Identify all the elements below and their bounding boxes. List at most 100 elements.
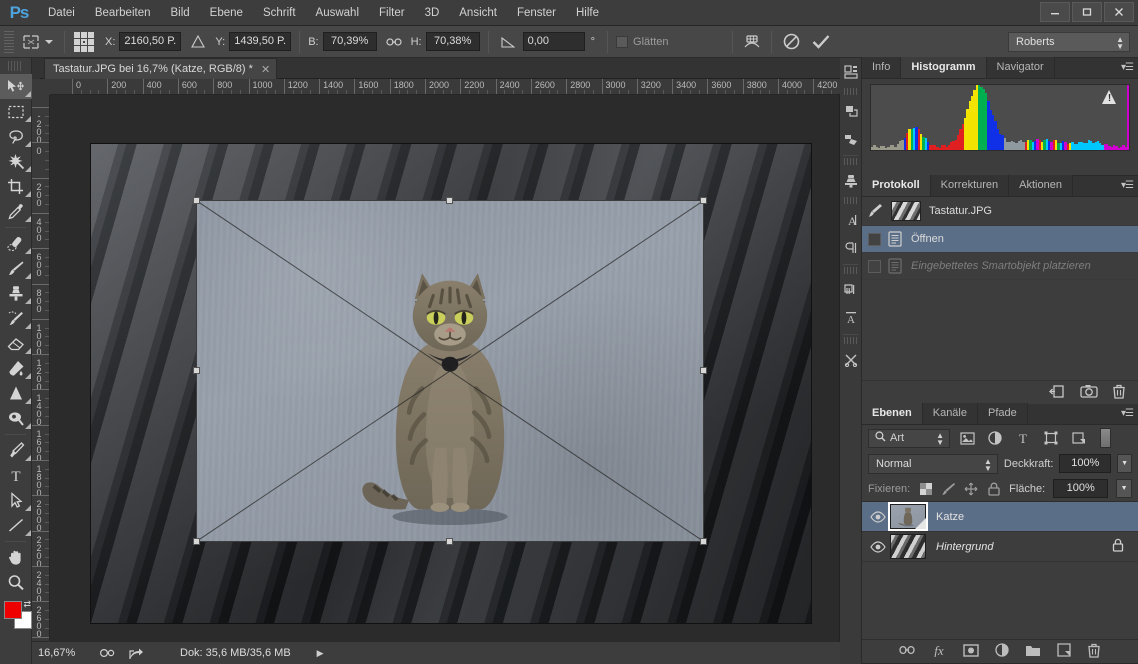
history-snapshot-row[interactable]: Tastatur.JPG (862, 197, 1138, 226)
tab-histogramm[interactable]: Histogramm (901, 57, 987, 78)
dock-grip-1[interactable] (844, 88, 857, 95)
layer-visibility-icon[interactable] (866, 510, 890, 523)
dock-grip-2[interactable] (844, 158, 857, 165)
path-selection-tool[interactable] (0, 488, 32, 513)
swap-colors-icon[interactable]: ⇄ (23, 599, 31, 610)
link-aspect-ratio-icon[interactable] (383, 31, 405, 53)
lock-image-icon[interactable] (941, 481, 956, 497)
layer-style-fx-icon[interactable]: fx (931, 643, 947, 660)
histogram-warning-icon[interactable]: ! (1102, 90, 1117, 104)
zoom-level[interactable]: 16,67% (38, 647, 90, 659)
transform-handle-bottom-left[interactable] (193, 538, 200, 545)
foreground-color-swatch[interactable] (4, 601, 22, 619)
document-settings-icon[interactable] (98, 645, 118, 661)
x-input[interactable]: 2160,50 P. (119, 32, 182, 51)
status-menu-arrow-icon[interactable]: ▶ (317, 648, 324, 659)
refpoint-tr[interactable] (88, 31, 94, 38)
workspace-selector[interactable]: Roberts ▲ ▼ (1008, 32, 1130, 52)
lock-transparency-icon[interactable] (918, 481, 933, 497)
menu-filter[interactable]: Filter (369, 0, 415, 26)
vertical-ruler[interactable]: -200 0 200 400 600 800 1000 1200 1400 1600 1800 200… (32, 95, 50, 641)
character-styles-panel-icon[interactable] (840, 276, 862, 304)
dock-grip-3[interactable] (844, 197, 857, 204)
fill-slider-toggle[interactable]: ▼ (1116, 479, 1132, 498)
transform-bounding-box[interactable] (193, 197, 707, 545)
filter-pixel-icon[interactable] (956, 428, 978, 448)
delete-state-icon[interactable] (1112, 384, 1126, 402)
lasso-tool[interactable] (0, 124, 32, 149)
tab-pfade[interactable]: Pfade (978, 403, 1028, 424)
type-tool[interactable]: T (0, 463, 32, 488)
paragraph-styles-panel-icon[interactable]: A (840, 304, 862, 332)
pen-tool[interactable] (0, 438, 32, 463)
close-icon[interactable]: ✕ (261, 63, 270, 76)
menu-3d[interactable]: 3D (415, 0, 450, 26)
transform-handle-middle-left[interactable] (193, 367, 200, 374)
rectangular-marquee-tool[interactable] (0, 99, 32, 124)
filter-type-icon[interactable]: T (1012, 428, 1034, 448)
refpoint-center[interactable] (81, 38, 87, 45)
filter-smartobject-icon[interactable] (1068, 428, 1090, 448)
free-transform-icon[interactable] (20, 31, 42, 53)
background-image-keyboard[interactable] (90, 143, 812, 624)
history-state-row-smartobjekt[interactable]: Eingebettetes Smartobjekt platzieren (862, 253, 1138, 280)
layer-row-hintergrund[interactable]: Hintergrund (862, 532, 1138, 562)
hand-tool[interactable] (0, 545, 32, 570)
new-snapshot-icon[interactable] (1080, 384, 1098, 401)
eyedropper-tool[interactable] (0, 199, 32, 224)
transform-handle-middle-right[interactable] (700, 367, 707, 374)
history-brush-tool[interactable] (0, 306, 32, 331)
paragraph-panel-icon[interactable] (840, 234, 862, 262)
layer-mask-icon[interactable] (963, 643, 979, 660)
history-source-checkbox[interactable] (868, 259, 881, 273)
relative-position-icon[interactable] (187, 31, 209, 53)
color-panel-icon[interactable] (840, 97, 862, 125)
eraser-tool[interactable] (0, 331, 32, 356)
warp-icon[interactable] (741, 31, 763, 53)
menu-bearbeiten[interactable]: Bearbeiten (85, 0, 161, 26)
layer-name[interactable]: Hintergrund (936, 541, 1112, 553)
layer-name[interactable]: Katze (936, 511, 1138, 523)
layer-thumbnail[interactable] (890, 534, 926, 559)
share-icon[interactable] (126, 645, 146, 661)
history-state-row-oeffnen[interactable]: Öffnen (862, 226, 1138, 253)
width-input[interactable]: 70,39% (322, 32, 377, 51)
adjustment-layer-icon[interactable] (995, 643, 1009, 660)
refpoint-bl[interactable] (74, 45, 80, 52)
dock-grip-4[interactable] (844, 267, 857, 274)
menu-ansicht[interactable]: Ansicht (449, 0, 507, 26)
reference-point-selector[interactable] (73, 30, 95, 53)
lock-position-icon[interactable] (964, 481, 979, 497)
menu-hilfe[interactable]: Hilfe (566, 0, 609, 26)
refpoint-ml[interactable] (74, 38, 80, 45)
transform-handle-top-left[interactable] (193, 197, 200, 204)
tab-korrekturen[interactable]: Korrekturen (930, 175, 1010, 196)
new-layer-icon[interactable] (1057, 643, 1071, 660)
layer-filter-kind-select[interactable]: Art ▲ ▼ (868, 428, 950, 448)
canvas-viewport[interactable] (50, 95, 832, 641)
refpoint-bc[interactable] (81, 45, 87, 52)
angle-input[interactable]: 0,00 (522, 32, 585, 51)
histogram-panel-menu-icon[interactable]: ▾☰ (1121, 62, 1134, 73)
lock-all-icon[interactable] (986, 481, 1001, 497)
transform-handle-top-right[interactable] (700, 197, 707, 204)
minimize-button[interactable] (1040, 2, 1070, 22)
tools-panel-grip[interactable] (8, 61, 23, 71)
layer-filter-toggle[interactable] (1100, 428, 1111, 448)
layer-row-katze[interactable]: Katze (862, 502, 1138, 532)
history-source-checkbox[interactable] (868, 232, 881, 246)
styles-panel-icon[interactable] (840, 167, 862, 195)
brush-tool[interactable] (0, 256, 32, 281)
new-group-icon[interactable] (1025, 644, 1041, 660)
magic-wand-tool[interactable] (0, 149, 32, 174)
swatches-panel-icon[interactable] (840, 125, 862, 153)
menu-schrift[interactable]: Schrift (253, 0, 306, 26)
transform-handle-bottom-right[interactable] (700, 538, 707, 545)
menu-ebene[interactable]: Ebene (200, 0, 253, 26)
cancel-transform-icon[interactable] (780, 31, 802, 53)
filter-shape-icon[interactable] (1040, 428, 1062, 448)
tab-info[interactable]: Info (862, 57, 902, 78)
options-bar-grip[interactable] (4, 30, 14, 53)
tab-aktionen[interactable]: Aktionen (1009, 175, 1073, 196)
tab-kanaele[interactable]: Kanäle (922, 403, 978, 424)
